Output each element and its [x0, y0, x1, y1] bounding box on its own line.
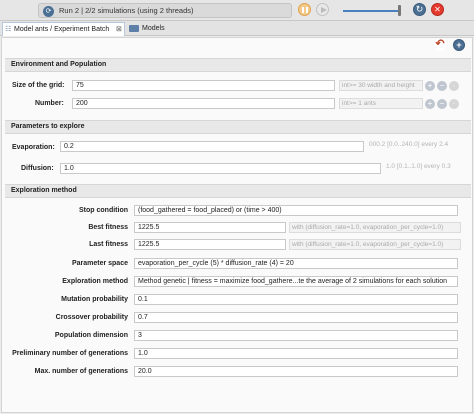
grid-size-input[interactable]: 75	[72, 80, 335, 91]
grid-size-label: Size of the grid:	[12, 82, 65, 89]
best-fitness-hint: with (diffusion_rate=1.0, evaporation_pe…	[289, 222, 461, 233]
number-hint: int>= 1 ants	[339, 98, 423, 109]
reload-button[interactable]: ↻	[413, 3, 426, 16]
run-status-field: ⟳ Run 2 | 2/2 simulations (using 2 threa…	[38, 3, 292, 18]
population-dimension-label: Population dimension	[54, 332, 128, 339]
top-toolbar: ⟳ Run 2 | 2/2 simulations (using 2 threa…	[0, 0, 474, 21]
diffusion-label: Diffusion:	[21, 165, 54, 172]
play-button[interactable]	[316, 3, 329, 16]
section-environment: Environment and Population	[5, 58, 471, 72]
tab-label: Models	[142, 25, 165, 32]
diffusion-hint: 1.0 [0.1..1.0] every 0.3	[386, 163, 451, 170]
decrement-button[interactable]: −	[437, 81, 447, 91]
refresh-icon[interactable]: ⟳	[43, 6, 54, 17]
undo-icon[interactable]: ↶	[434, 39, 446, 51]
exploration-method-value: Method genetic | fitness = maximize food…	[134, 276, 458, 287]
add-button[interactable]: +	[453, 39, 465, 51]
experiment-icon: ☷	[5, 26, 12, 33]
mutation-probability-value: 0.1	[134, 294, 458, 305]
grid-size-hint: int>= 30 width and height	[339, 80, 423, 91]
preliminary-generations-value: 1.0	[134, 348, 458, 359]
mutation-probability-label: Mutation probability	[61, 296, 128, 303]
decrement-button[interactable]: −	[437, 99, 447, 109]
exploration-method-label: Exploration method	[62, 278, 128, 285]
stop-condition-input[interactable]: (food_gathered = food_placed) or (time >…	[134, 205, 458, 216]
folder-icon	[129, 25, 139, 32]
max-generations-value: 20.0	[134, 366, 458, 377]
parameter-space-value: evaporation_per_cycle (5) * diffusion_ra…	[134, 258, 458, 269]
increment-button[interactable]: +	[425, 99, 435, 109]
diffusion-input[interactable]: 1.0	[60, 163, 381, 174]
speed-slider-handle[interactable]	[398, 5, 401, 16]
max-generations-label: Max. number of generations	[34, 368, 128, 375]
evaporation-input[interactable]: 0.2	[60, 141, 364, 152]
tab-label: Model ants / Experiment Batch	[14, 26, 110, 33]
pause-button[interactable]	[298, 3, 311, 16]
best-fitness-label: Best fitness	[88, 224, 128, 231]
last-fitness-value: 1225.5	[134, 239, 286, 250]
number-label: Number:	[35, 100, 64, 107]
evaporation-label: Evaporation:	[12, 144, 55, 151]
tab-experiment[interactable]: ☷ Model ants / Experiment Batch ⊠	[2, 22, 125, 36]
editor-tabs: ☷ Model ants / Experiment Batch ⊠ Models	[0, 21, 474, 36]
define-button[interactable]: ·	[449, 99, 459, 109]
section-method: Exploration method	[5, 184, 471, 198]
stop-condition-label: Stop condition	[79, 207, 128, 214]
stop-button[interactable]: ✕	[431, 3, 444, 16]
best-fitness-value: 1225.5	[134, 222, 286, 233]
increment-button[interactable]: +	[425, 81, 435, 91]
parameter-space-label: Parameter space	[71, 260, 128, 267]
preliminary-generations-label: Preliminary number of generations	[12, 350, 128, 357]
run-status-label: Run 2 | 2/2 simulations (using 2 threads…	[59, 6, 194, 15]
tab-models[interactable]: Models	[128, 22, 178, 36]
population-dimension-value: 3	[134, 330, 458, 341]
crossover-probability-value: 0.7	[134, 312, 458, 323]
last-fitness-hint: with (diffusion_rate=1.0, evaporation_pe…	[289, 239, 461, 250]
section-explore: Parameters to explore	[5, 120, 471, 134]
speed-slider[interactable]	[343, 10, 401, 12]
evaporation-hint: 000.2 [0.0..240.0] every 2.4	[369, 141, 449, 148]
last-fitness-label: Last fitness	[89, 241, 128, 248]
number-input[interactable]: 200	[72, 98, 335, 109]
define-button[interactable]: ·	[449, 81, 459, 91]
close-icon[interactable]: ⊠	[116, 23, 122, 36]
parameters-view: ↶ + Environment and Population Size of t…	[1, 37, 473, 413]
crossover-probability-label: Crossover probability	[55, 314, 128, 321]
